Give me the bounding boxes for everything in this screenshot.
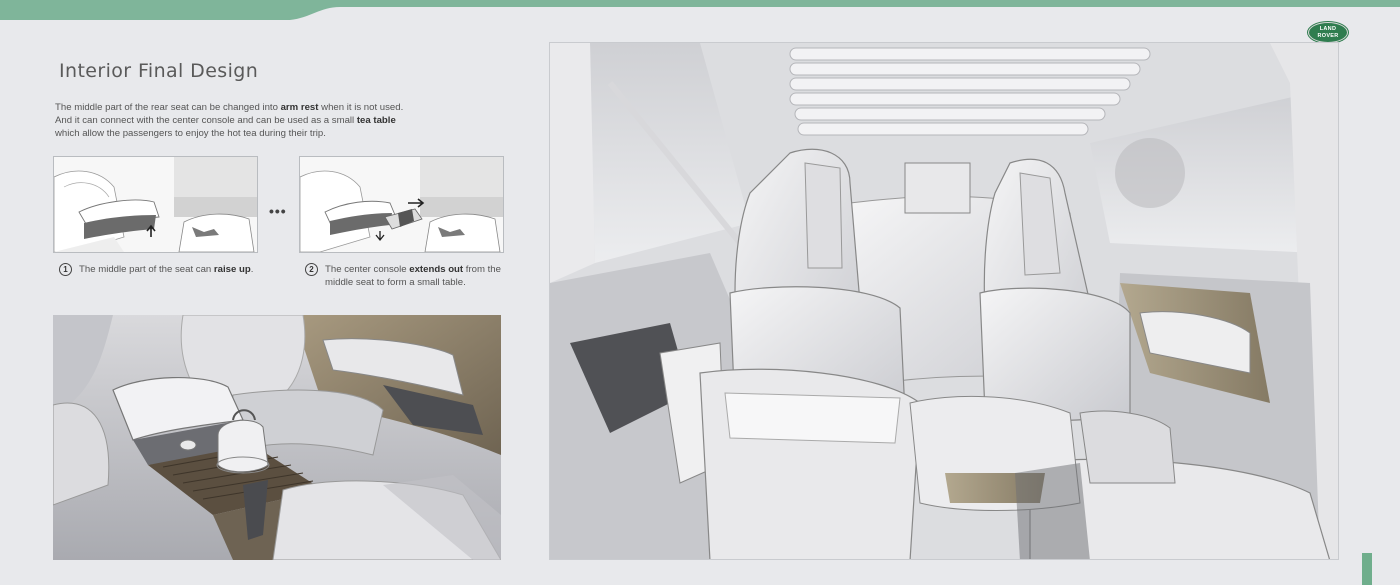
desc-line3: which allow the passengers to enjoy the …	[55, 127, 326, 139]
tea-table-render-image	[53, 315, 501, 560]
step2-number-badge: 2	[305, 263, 318, 276]
step2-caption: The center console extends out from the …	[325, 263, 515, 289]
step1-sketch-image	[53, 156, 258, 253]
step1-text-post: .	[250, 264, 254, 275]
bottom-accent-bar	[1362, 553, 1372, 585]
rear-seat-interior-render-image	[549, 42, 1339, 560]
step2-text-post: from the	[463, 264, 501, 275]
desc-line1-bold: arm rest	[280, 102, 319, 113]
step2-text-line2: middle seat to form a small table.	[325, 277, 466, 288]
step1-number-badge: 1	[59, 263, 72, 276]
desc-line2-pre: And it can connect with the center conso…	[55, 114, 357, 126]
desc-line1-pre: The middle part of the rear seat can be …	[55, 102, 281, 113]
step1-text-bold: raise up	[213, 264, 251, 275]
sequence-separator: •••	[269, 203, 287, 219]
step1-sketch-drawing	[54, 157, 257, 252]
step2-text-pre: The center console	[325, 264, 410, 275]
step2-text-bold: extends out	[409, 264, 464, 275]
tea-table-render-drawing	[53, 315, 501, 560]
rear-seat-interior-drawing	[550, 43, 1338, 559]
step1-text-pre: The middle part of the seat can	[79, 264, 214, 275]
logo-line2: ROVER	[1317, 32, 1339, 39]
step2-sketch-image	[299, 156, 504, 253]
land-rover-logo: LAND ROVER	[1308, 22, 1348, 43]
description-text: The middle part of the rear seat can be …	[55, 102, 455, 140]
step2-sketch-drawing	[300, 157, 503, 252]
page-title: Interior Final Design	[59, 60, 259, 82]
desc-line2-bold: tea table	[356, 114, 396, 126]
top-accent-bar	[0, 0, 1400, 20]
step1-caption: The middle part of the seat can raise up…	[79, 263, 279, 276]
desc-line1-post: when it is not used.	[318, 102, 404, 113]
